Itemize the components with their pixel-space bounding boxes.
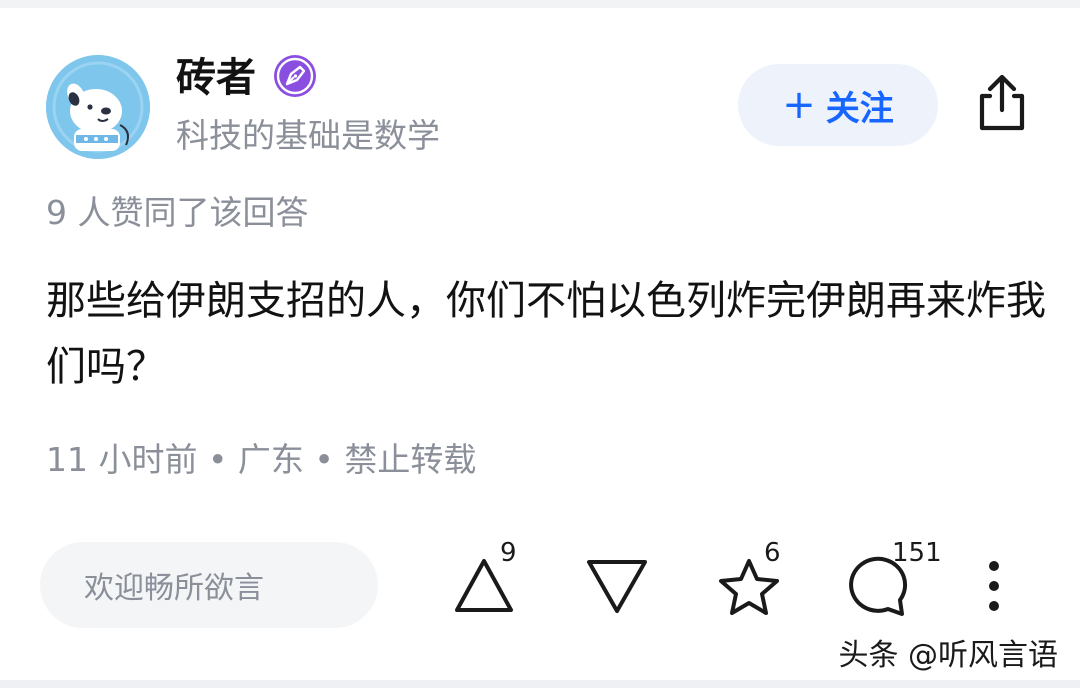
downvote-triangle-icon: [587, 560, 647, 613]
author-name[interactable]: 砖者: [176, 50, 256, 106]
author-avatar[interactable]: [46, 55, 150, 159]
upvote-count: 9: [500, 538, 517, 568]
follow-button[interactable]: + 关注: [738, 64, 938, 146]
pen-nib-verified-icon: [272, 53, 318, 99]
more-button[interactable]: [982, 558, 1006, 614]
answer-meta: 11 小时前 • 广东 • 禁止转载: [46, 440, 477, 479]
author-bio: 科技的基础是数学: [176, 116, 440, 155]
more-vertical-icon: [989, 561, 999, 611]
answer-text: 那些给伊朗支招的人，你们不怕以色列炸完伊朗再来炸我们吗？: [46, 278, 1046, 390]
likes-summary[interactable]: 9 人赞同了该回答: [46, 190, 309, 236]
bottom-divider: [0, 680, 1080, 688]
answer-page: 砖者 科技的基础是数学 + 关注 9 人赞同了该回答 那些给伊朗支招的人，你们不…: [0, 0, 1080, 688]
downvote-button[interactable]: [584, 556, 650, 616]
favorite-count: 6: [764, 538, 781, 568]
watermark: 头条 @听风言语: [838, 638, 1058, 673]
comment-input[interactable]: 欢迎畅所欲言: [40, 542, 378, 628]
follow-label: 关注: [825, 88, 894, 129]
plus-icon: +: [782, 82, 816, 128]
top-divider: [0, 0, 1080, 8]
comment-count: 151: [892, 538, 942, 568]
share-icon[interactable]: [970, 70, 1034, 134]
cartoon-dog-avatar-icon: [46, 55, 150, 159]
